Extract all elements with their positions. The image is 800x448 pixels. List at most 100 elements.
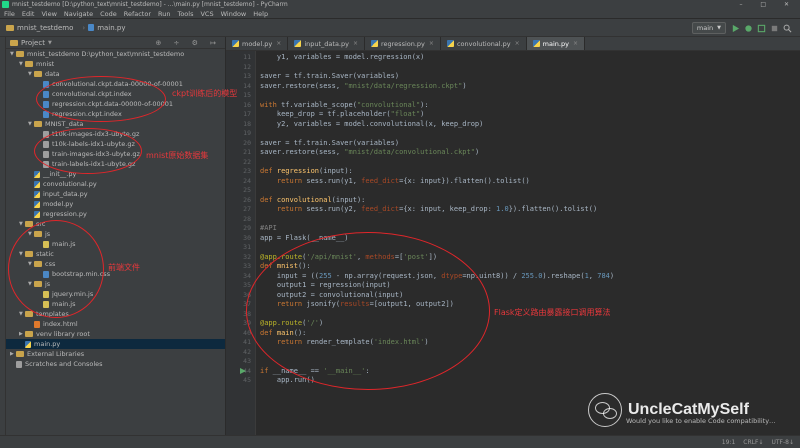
tree-item-label: mnist [36, 60, 55, 68]
python-file-icon [34, 170, 40, 178]
editor-tab[interactable]: main.py × [526, 37, 585, 50]
code-line: y2, variables = model.convolutional(x, k… [260, 119, 484, 128]
editor-tab-bar: model.py × input_data.py × regression.py × con… [226, 37, 800, 51]
cursor-position[interactable]: 19:1 [722, 439, 735, 446]
tree-item[interactable]: model.py [6, 199, 225, 209]
html-file-icon [34, 320, 40, 328]
line-number: 43 [243, 357, 251, 365]
menu-view[interactable]: View [41, 10, 56, 18]
code-line: def regression(input): [260, 167, 353, 175]
code-line: def convolutional(input): [260, 195, 366, 204]
line-number: 14 [243, 81, 251, 90]
navigation-bar: mnist_testdemo › main.py [0, 19, 800, 37]
breadcrumb-project[interactable]: mnist_testdemo [6, 24, 73, 32]
tree-item-label: venv library root [36, 330, 90, 338]
project-icon [10, 39, 18, 46]
annotation-label-ckpt: ckpt训练后的模型 [172, 89, 238, 98]
line-number: 30 [243, 233, 251, 242]
tree-item-label: data [45, 70, 60, 78]
run-icon[interactable] [731, 24, 740, 33]
line-number: 29 [243, 224, 251, 232]
folder-icon [25, 331, 33, 337]
line-number: 41 [243, 338, 251, 346]
editor-tab-label: main.py [542, 39, 569, 48]
menu-vcs[interactable]: VCS [200, 10, 213, 18]
line-number: 20 [243, 138, 251, 147]
line-number: 25 [243, 186, 251, 194]
line-number: 18 [243, 119, 251, 128]
tree-item[interactable]: ▶ External Libraries [6, 349, 225, 359]
line-separator-select[interactable]: CRLF↓ [743, 439, 763, 446]
window-title: mnist_testdemo [D:\python_text\mnist_tes… [12, 1, 288, 8]
close-tab-icon[interactable]: × [515, 40, 520, 47]
menu-edit[interactable]: Edit [22, 10, 35, 18]
annotation-circle-mnist-data [34, 128, 142, 174]
line-number: 15 [243, 91, 251, 99]
tree-item-label: regression.py [43, 210, 87, 218]
close-tab-icon[interactable]: × [353, 40, 358, 47]
editor-tab-label: input_data.py [304, 39, 349, 48]
menu-help[interactable]: Help [253, 10, 268, 18]
folder-icon [25, 61, 33, 67]
line-number: 16 [243, 100, 251, 109]
tree-item[interactable]: main.py [6, 339, 225, 349]
tree-item[interactable]: ▶ venv library root [6, 329, 225, 339]
close-tab-icon[interactable]: × [429, 40, 434, 47]
menu-refactor[interactable]: Refactor [124, 10, 151, 18]
code-line: saver.restore(sess, "mnist/data/convolut… [260, 148, 480, 156]
window-controls[interactable]: – □ ✕ [739, 0, 797, 9]
run-gutter-icon[interactable] [240, 368, 246, 374]
menu-run[interactable]: Run [158, 10, 170, 18]
editor-tab[interactable]: model.py × [226, 37, 289, 50]
tree-item-label: External Libraries [27, 350, 85, 358]
code-line: return sess.run(y2, feed_dict={x: input,… [276, 205, 598, 213]
library-icon [16, 351, 24, 357]
tree-item-label: index.html [43, 320, 78, 328]
code-line: keep_drop = tf.placeholder("float") [260, 110, 425, 118]
editor-tab[interactable]: input_data.py × [288, 37, 365, 50]
run-configuration-select[interactable]: main ▼ [691, 22, 726, 34]
annotation-label-frontend: 前端文件 [108, 263, 140, 272]
menu-code[interactable]: Code [100, 10, 117, 18]
window-title-bar: mnist_testdemo [D:\python_text\mnist_tes… [0, 0, 800, 9]
chevron-down-icon: ▼ [717, 25, 721, 31]
line-number: 26 [243, 195, 251, 204]
line-number: 21 [243, 148, 251, 156]
notification-text[interactable]: Would you like to enable Code compatibil… [626, 417, 776, 425]
code-line: return sess.run(y1, feed_dict={x: input}… [276, 176, 530, 185]
search-icon[interactable] [783, 24, 792, 33]
tree-item[interactable]: regression.py [6, 209, 225, 219]
line-number: 23 [243, 167, 251, 175]
tree-item[interactable]: ▼ mnist_testdemo D:\python_text\mnist_tes… [6, 49, 225, 59]
breadcrumb-file[interactable]: main.py [88, 24, 126, 32]
tree-item[interactable]: convolutional.py [6, 179, 225, 189]
editor-tab-label: model.py [242, 39, 273, 48]
line-number: 42 [243, 347, 251, 356]
panel-tool-icons[interactable]: ⊕ ÷ ⚙ ↦ [155, 39, 221, 47]
menu-navigate[interactable]: Navigate [64, 10, 93, 18]
code-line: saver = tf.train.Saver(variables) [260, 72, 400, 80]
menu-file[interactable]: File [4, 10, 15, 18]
annotation-circle-flask [246, 232, 490, 390]
annotation-label-mnist-data: mnist原始数据集 [146, 151, 209, 160]
close-tab-icon[interactable]: × [573, 40, 578, 47]
menu-tools[interactable]: Tools [177, 10, 193, 18]
close-tab-icon[interactable]: × [276, 40, 281, 47]
project-panel-title[interactable]: Project [21, 39, 45, 47]
editor-tab[interactable]: regression.py × [365, 37, 441, 50]
tree-item[interactable]: index.html [6, 319, 225, 329]
coverage-icon[interactable] [757, 24, 766, 33]
menu-window[interactable]: Window [221, 10, 247, 18]
tree-item[interactable]: Scratches and Consoles [6, 359, 225, 369]
line-number: 28 [243, 214, 251, 223]
tree-item[interactable]: input_data.py [6, 189, 225, 199]
encoding-select[interactable]: UTF-8↓ [771, 439, 794, 446]
folder-icon [34, 71, 42, 77]
folder-icon [6, 24, 14, 31]
debug-icon[interactable] [744, 24, 753, 33]
editor-tab[interactable]: convolutional.py × [441, 37, 527, 50]
tree-item[interactable]: ▼ mnist [6, 59, 225, 69]
chevron-down-icon[interactable]: ▼ [48, 40, 52, 46]
stop-icon[interactable] [770, 24, 779, 33]
folder-icon [16, 51, 24, 57]
